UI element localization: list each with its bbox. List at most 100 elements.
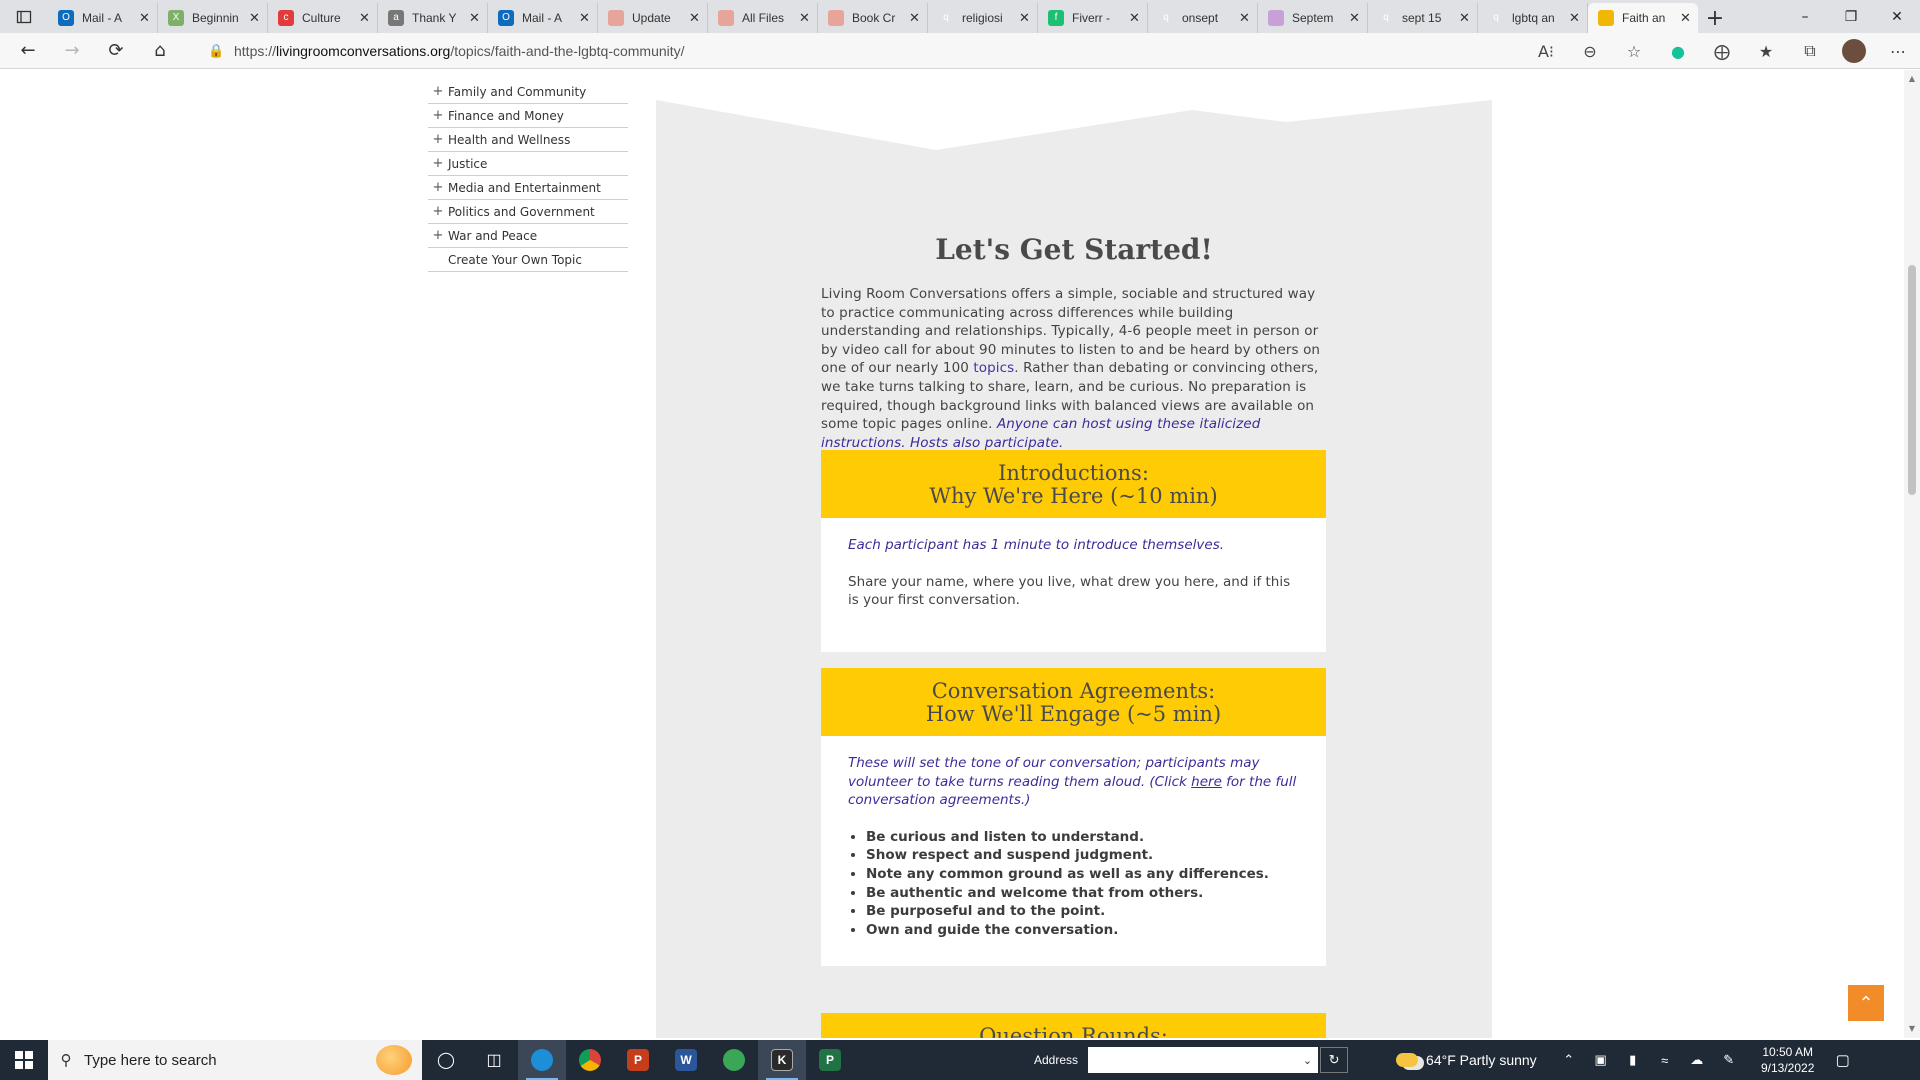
zoom-out-icon[interactable]: ⊖ <box>1568 33 1612 69</box>
sidebar-topic-item[interactable]: + Family and Community <box>428 80 628 104</box>
cortana-button[interactable]: ◯ <box>422 1040 470 1080</box>
start-button[interactable] <box>0 1040 48 1080</box>
tab-close-icon[interactable]: ✕ <box>359 10 371 26</box>
tab-close-icon[interactable]: ✕ <box>579 10 591 26</box>
browser-tab[interactable]: a Thank Y ✕ <box>378 3 488 33</box>
sidebar-topic-item[interactable]: + Media and Entertainment <box>428 176 628 200</box>
tab-title: Thank Y <box>412 11 457 25</box>
tab-close-icon[interactable]: ✕ <box>1680 10 1692 26</box>
close-window-button[interactable]: ✕ <box>1874 0 1920 33</box>
restore-button[interactable]: ❐ <box>1828 0 1874 33</box>
browser-tab[interactable]: q onsept ✕ <box>1148 3 1258 33</box>
full-agreements-link[interactable]: here <box>1191 774 1222 790</box>
browser-tab[interactable]: q lgbtq an ✕ <box>1478 3 1588 33</box>
sidebar-topic-item[interactable]: + Finance and Money <box>428 104 628 128</box>
profile-avatar[interactable] <box>1842 39 1866 63</box>
expand-plus-icon[interactable]: + <box>428 156 448 171</box>
wifi-icon[interactable]: ≈ <box>1649 1053 1681 1068</box>
taskbar-search[interactable]: ⚲ Type here to search <box>48 1040 422 1080</box>
tab-close-icon[interactable]: ✕ <box>689 10 701 26</box>
tab-close-icon[interactable]: ✕ <box>799 10 811 26</box>
tab-close-icon[interactable]: ✕ <box>1349 10 1361 26</box>
weather-widget[interactable]: 64°F Partly sunny <box>1396 1052 1537 1068</box>
tab-close-icon[interactable]: ✕ <box>909 10 921 26</box>
sidebar-topic-item[interactable]: + War and Peace <box>428 224 628 248</box>
browser-tab[interactable]: All Files ✕ <box>708 3 818 33</box>
edge-dev-taskbar-button[interactable] <box>710 1040 758 1080</box>
minimize-button[interactable]: – <box>1782 0 1828 33</box>
browser-tab[interactable]: Book Cr ✕ <box>818 3 928 33</box>
battery-icon[interactable]: ▮ <box>1617 1052 1649 1068</box>
forward-button[interactable]: → <box>50 33 94 69</box>
task-view-button[interactable]: ◫ <box>470 1040 518 1080</box>
tab-close-icon[interactable]: ✕ <box>139 10 151 26</box>
expand-plus-icon[interactable]: + <box>428 228 448 243</box>
tab-actions-button[interactable] <box>0 0 48 33</box>
chevron-down-icon[interactable]: ⌄ <box>1303 1054 1312 1067</box>
tab-close-icon[interactable]: ✕ <box>1239 10 1251 26</box>
sidebar-topic-item[interactable]: + Politics and Government <box>428 200 628 224</box>
onedrive-cloud-icon[interactable]: ☁ <box>1681 1052 1713 1068</box>
refresh-button[interactable]: ⟳ <box>94 33 138 69</box>
expand-plus-icon[interactable]: + <box>428 84 448 99</box>
back-button[interactable]: ← <box>6 33 50 69</box>
grammarly-icon[interactable]: ● <box>1656 33 1700 69</box>
settings-more-icon[interactable]: ⋯ <box>1876 33 1920 69</box>
browser-tab[interactable]: f Fiverr - ✕ <box>1038 3 1148 33</box>
address-bar[interactable]: 🔒 https://livingroomconversations.org/to… <box>190 37 1610 65</box>
back-to-top-button[interactable]: ⌃ <box>1848 985 1884 1021</box>
browser-tab[interactable]: O Mail - A ✕ <box>48 3 158 33</box>
pen-icon[interactable]: ✎ <box>1713 1052 1745 1068</box>
browser-tab[interactable]: Septem ✕ <box>1258 3 1368 33</box>
sidebar-topic-item[interactable]: Create Your Own Topic <box>428 248 628 272</box>
windows-logo-icon <box>15 1051 33 1069</box>
address-go-button[interactable]: ↻ <box>1320 1047 1349 1073</box>
browser-tab[interactable]: q religiosi ✕ <box>928 3 1038 33</box>
sidebar-topic-item[interactable]: + Justice <box>428 152 628 176</box>
scroll-down-arrow[interactable]: ▼ <box>1904 1022 1920 1036</box>
app-taskbar-button[interactable]: K <box>758 1040 806 1080</box>
browser-tab[interactable]: O Mail - A ✕ <box>488 3 598 33</box>
powerpoint-taskbar-button[interactable]: P <box>614 1040 662 1080</box>
task-view-icon: ◫ <box>486 1052 502 1069</box>
home-button[interactable]: ⌂ <box>138 33 182 69</box>
read-aloud-icon[interactable]: A⁝ <box>1524 33 1568 69</box>
browser-tab[interactable]: X Beginnin ✕ <box>158 3 268 33</box>
powerpoint-icon: P <box>627 1049 649 1071</box>
tab-close-icon[interactable]: ✕ <box>249 10 261 26</box>
tab-close-icon[interactable]: ✕ <box>1019 10 1031 26</box>
expand-plus-icon[interactable]: + <box>428 108 448 123</box>
edge-taskbar-button[interactable] <box>518 1040 566 1080</box>
tab-close-icon[interactable]: ✕ <box>469 10 481 26</box>
expand-plus-icon[interactable]: + <box>428 204 448 219</box>
browser-tab[interactable]: Update ✕ <box>598 3 708 33</box>
extensions-icon[interactable]: ⨁ <box>1700 33 1744 69</box>
topics-link[interactable]: topics <box>973 360 1014 376</box>
browser-tab[interactable]: c Culture ✕ <box>268 3 378 33</box>
tab-close-icon[interactable]: ✕ <box>1129 10 1141 26</box>
chrome-taskbar-button[interactable] <box>566 1040 614 1080</box>
new-tab-button[interactable]: + <box>1698 3 1732 33</box>
page-scrollbar[interactable]: ▲ ▼ <box>1904 70 1920 1038</box>
expand-plus-icon[interactable]: + <box>428 180 448 195</box>
expand-plus-icon[interactable]: + <box>428 132 448 147</box>
introductions-instruction: Each participant has 1 minute to introdu… <box>848 537 1225 553</box>
show-hidden-icons-chevron-icon[interactable]: ⌃ <box>1553 1052 1585 1068</box>
system-clock[interactable]: 10:50 AM 9/13/2022 <box>1753 1044 1823 1076</box>
display-icon[interactable]: ▣ <box>1585 1052 1617 1068</box>
favorites-icon[interactable]: ★ <box>1744 33 1788 69</box>
address-toolbar-input[interactable]: ⌄ <box>1088 1047 1319 1073</box>
sidebar-topic-item[interactable]: + Health and Wellness <box>428 128 628 152</box>
browser-tab[interactable]: q sept 15 ✕ <box>1368 3 1478 33</box>
notifications-button[interactable]: ▢ <box>1823 1051 1863 1069</box>
scrollbar-thumb[interactable] <box>1908 265 1916 495</box>
word-taskbar-button[interactable]: W <box>662 1040 710 1080</box>
collections-icon[interactable]: ⧉ <box>1788 33 1832 69</box>
tab-close-icon[interactable]: ✕ <box>1569 10 1581 26</box>
tab-close-icon[interactable]: ✕ <box>1459 10 1471 26</box>
scroll-up-arrow[interactable]: ▲ <box>1904 72 1920 86</box>
browser-tab[interactable]: Faith an ✕ <box>1588 3 1698 33</box>
add-favorite-icon[interactable]: ☆ <box>1612 33 1656 69</box>
project-taskbar-button[interactable]: P <box>806 1040 854 1080</box>
tab-title: onsept <box>1182 11 1219 25</box>
